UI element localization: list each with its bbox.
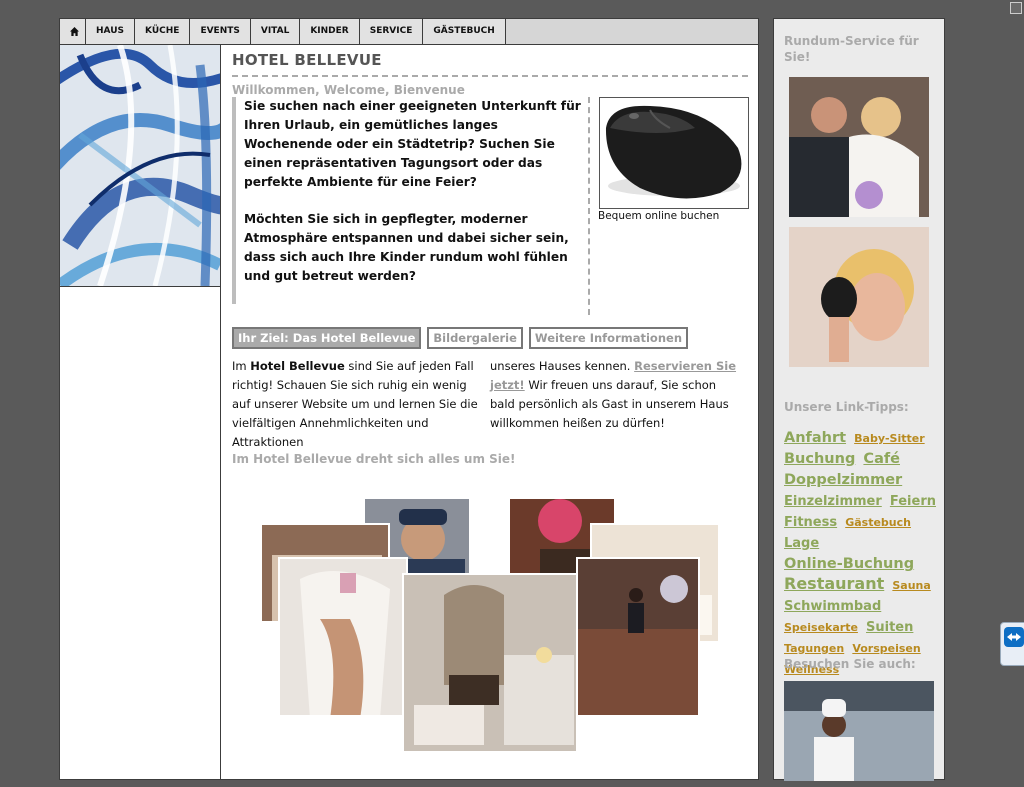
col2-text-post: Wir freuen uns darauf, Sie schon bald pe… [490,378,729,430]
tagline: Im Hotel Bellevue dreht sich alles um Si… [232,452,516,466]
nav-home[interactable] [60,19,86,44]
tag-link-suiten[interactable]: Suiten [866,620,913,635]
abstract-painting-image [60,45,221,287]
nav-gaestebuch[interactable]: GÄSTEBUCH [423,19,506,44]
nav-kueche[interactable]: KÜCHE [135,19,191,44]
tag-link-baby-sitter[interactable]: Baby-Sitter [854,432,925,445]
link-tips-heading: Unsere Link-Tipps: [784,400,909,414]
tag-link-einzelzimmer[interactable]: Einzelzimmer [784,494,882,509]
nav-vital[interactable]: VITAL [250,19,301,44]
nav-events[interactable]: EVENTS [190,19,251,44]
visit-also-heading: Besuchen Sie auch: [784,657,916,671]
bathrobe-photo[interactable] [278,557,408,717]
tab-weitere-informationen[interactable]: Weitere Informationen [528,327,689,349]
scrollbar-button[interactable] [1010,2,1022,14]
tab-ihr-ziel[interactable]: Ihr Ziel: Das Hotel Bellevue [232,327,422,349]
top-navigation: HAUS KÜCHE EVENTS VITAL KINDER SERVICE G… [60,19,758,45]
nav-haus[interactable]: HAUS [86,19,136,44]
tag-link-vorspeisen[interactable]: Vorspeisen [852,642,920,655]
page-title: HOTEL BELLEVUE [232,51,748,77]
tag-link-tagungen[interactable]: Tagungen [784,642,844,655]
tag-link-online-buchung[interactable]: Online-Buchung [784,556,914,572]
tab-bildergalerie[interactable]: Bildergalerie [427,327,523,349]
intro-section: Sie suchen nach einer geeigneten Unterku… [232,97,749,317]
description-column-2: unseres Hauses kennen. Reservieren Sie j… [490,357,740,452]
tag-link-restaurant[interactable]: Restaurant [784,574,884,593]
tag-link-anfahrt[interactable]: Anfahrt [784,430,846,446]
remote-support-widget[interactable] [1000,622,1024,666]
content-area: HOTEL BELLEVUE Willkommen, Welcome, Bien… [232,45,749,466]
mouse-caption[interactable]: Bequem online buchen [598,210,719,222]
tag-link-lage[interactable]: Lage [784,536,819,551]
tag-link-schwimmbad[interactable]: Schwimmbad [784,599,881,614]
tag-link-café[interactable]: Café [863,451,900,467]
hotel-name-strong: Hotel Bellevue [250,359,345,373]
nav-service[interactable]: SERVICE [359,19,424,44]
dashed-divider [588,97,590,315]
tag-link-doppelzimmer[interactable]: Doppelzimmer [784,472,902,488]
main-panel: HAUS KÜCHE EVENTS VITAL KINDER SERVICE G… [59,18,759,780]
col1-text-pre: Im [232,359,251,373]
tag-link-gästebuch[interactable]: Gästebuch [845,516,911,529]
col2-text-pre: unseres Hauses kennen. [490,359,635,373]
chef-photo[interactable] [784,681,934,781]
tag-link-buchung[interactable]: Buchung [784,451,855,467]
tag-cloud: Anfahrt Baby-Sitter Buchung Café Doppelz… [784,427,942,679]
tag-link-sauna[interactable]: Sauna [892,579,930,592]
description-columns: Im Hotel Bellevue sind Sie auf jeden Fal… [232,357,748,452]
computer-mouse-image[interactable] [599,97,749,209]
living-room-photo[interactable] [402,573,578,753]
wedding-couple-photo[interactable] [789,77,929,217]
tag-link-feiern[interactable]: Feiern [890,494,936,509]
tag-link-fitness[interactable]: Fitness [784,515,837,530]
content-tabs: Ihr Ziel: Das Hotel Bellevue Bildergaler… [232,327,748,349]
description-column-1: Im Hotel Bellevue sind Sie auf jeden Fal… [232,357,482,452]
divider [220,286,221,779]
intro-paragraph-1: Sie suchen nach einer geeigneten Unterku… [244,99,581,189]
teamviewer-icon [1004,627,1024,647]
photo-collage [260,497,720,787]
nav-kinder[interactable]: KINDER [300,19,360,44]
service-heading: Rundum-Service für Sie! [784,34,919,64]
woman-mirror-photo[interactable] [789,227,929,367]
intro-paragraph-2: Möchten Sie sich in gepflegter, moderner… [244,212,569,283]
conference-photo[interactable] [576,557,700,717]
sidebar: Rundum-Service für Sie! Unsere Link-Tipp… [773,18,945,781]
tag-link-speisekarte[interactable]: Speisekarte [784,621,858,634]
welcome-subtitle: Willkommen, Welcome, Bienvenue [232,83,465,97]
intro-text: Sie suchen nach einer geeigneten Unterku… [232,97,584,304]
home-icon [70,27,79,36]
